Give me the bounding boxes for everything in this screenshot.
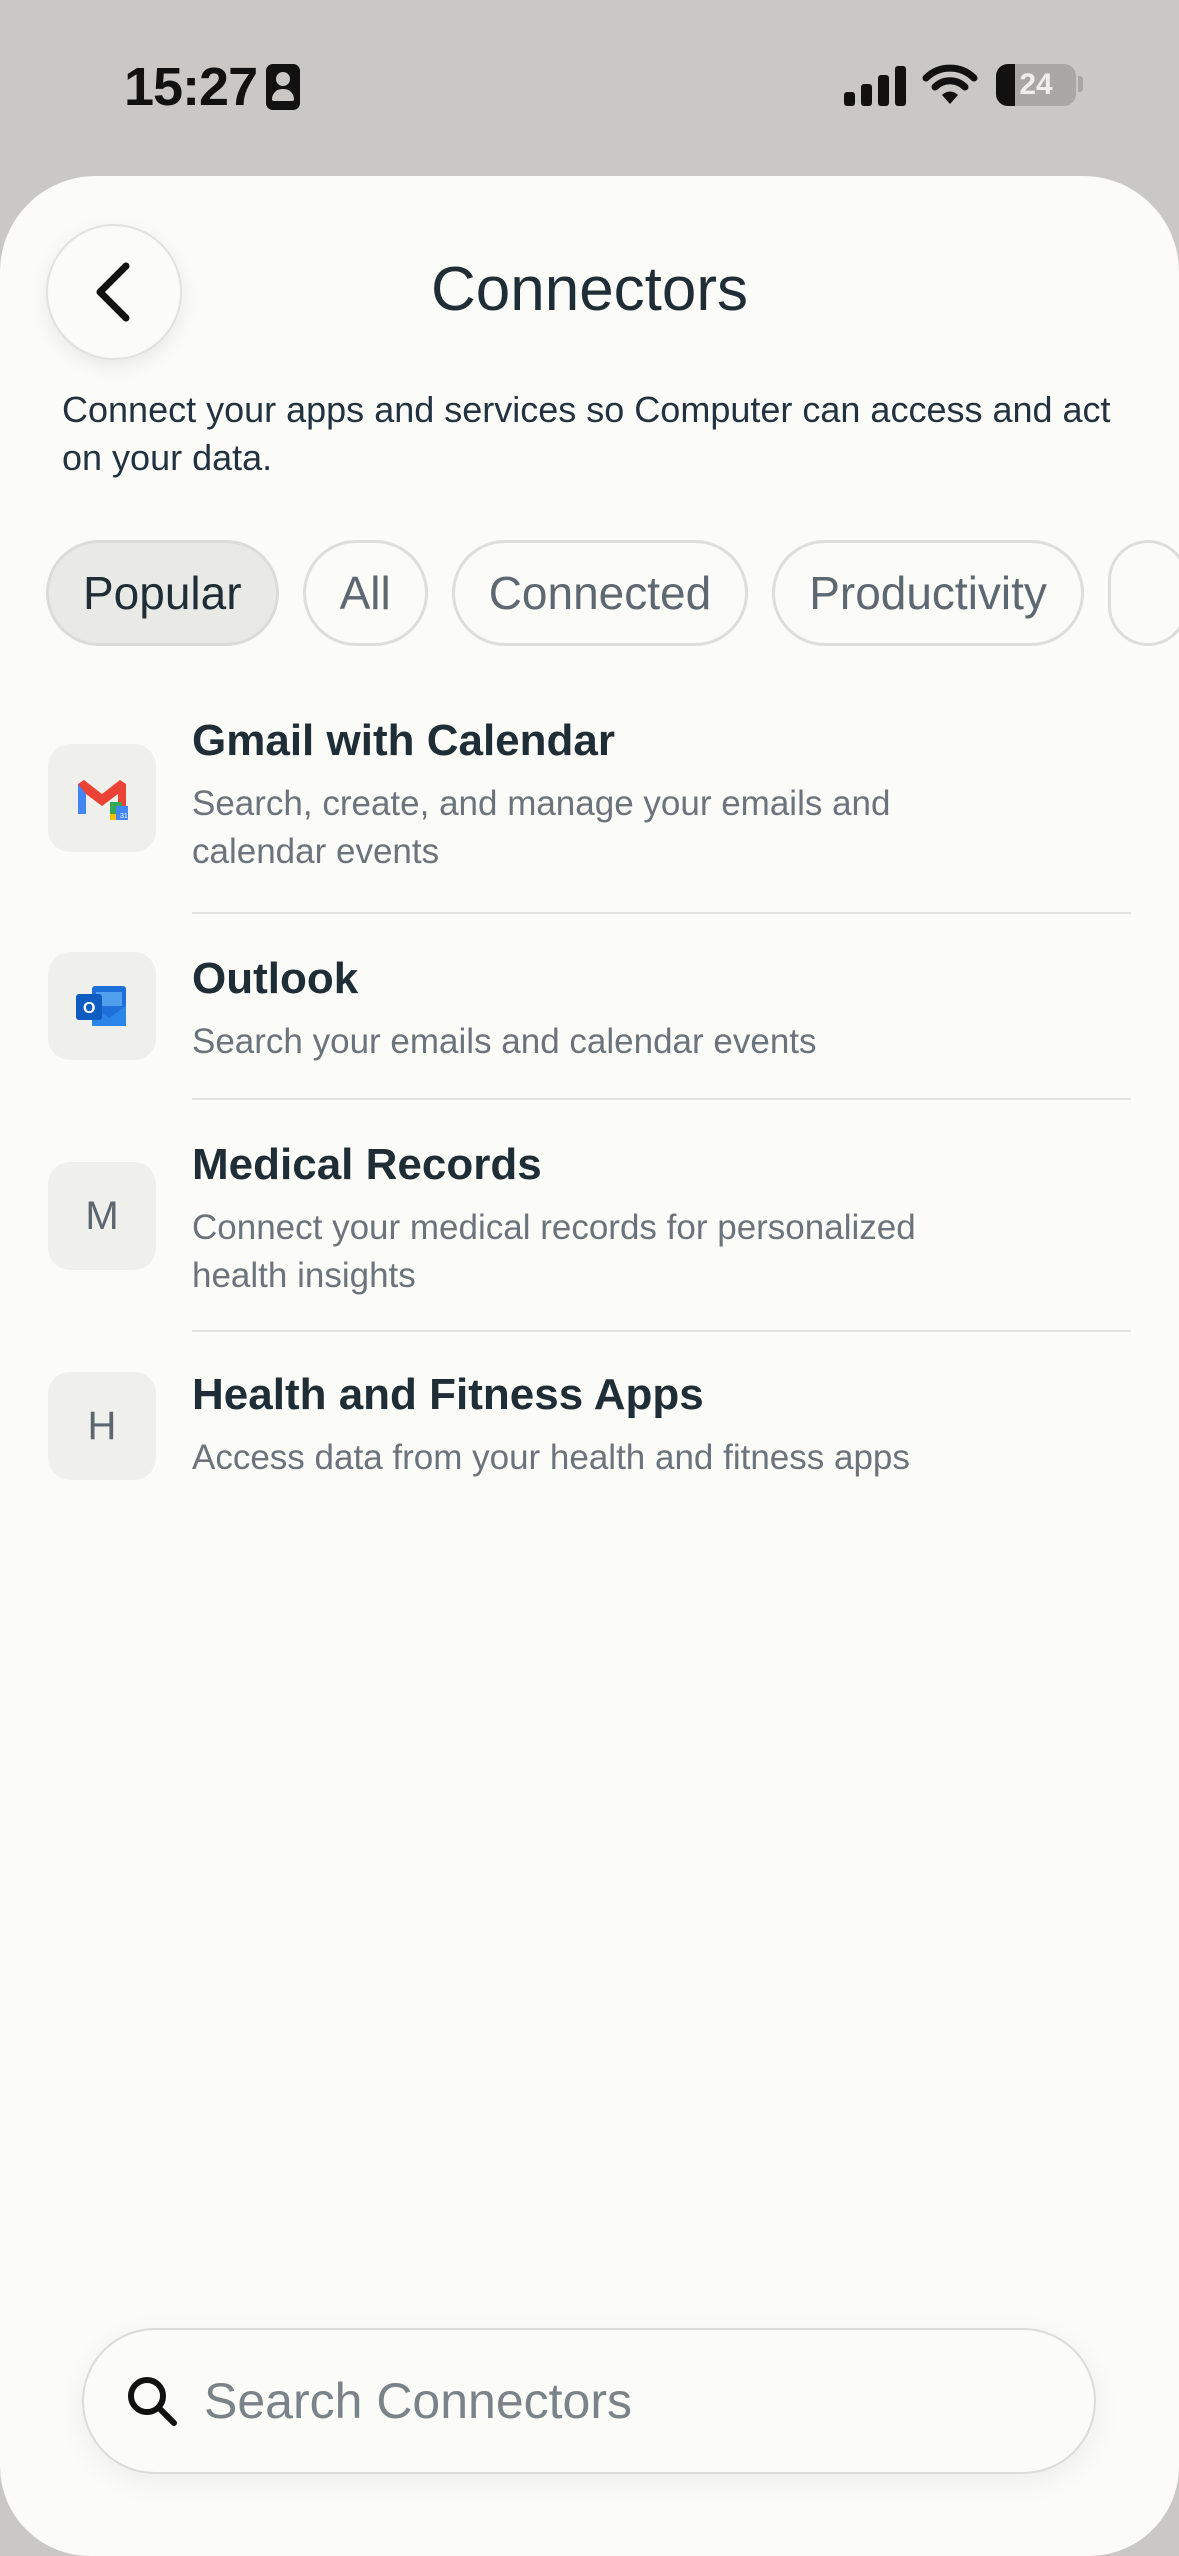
connector-item-medical-records[interactable]: M Medical Records Connect your medical r…: [0, 1118, 1179, 1330]
search-input[interactable]: [204, 2372, 1024, 2430]
battery-icon: 24: [996, 64, 1076, 106]
page-subtitle: Connect your apps and services so Comput…: [62, 389, 1111, 478]
connector-title: Health and Fitness Apps: [192, 1370, 704, 1419]
wifi-icon: [922, 64, 978, 104]
connector-item-health-fitness[interactable]: H Health and Fitness Apps Access data fr…: [0, 1350, 1179, 1516]
connector-title: Outlook: [192, 954, 359, 1003]
filter-chip-all[interactable]: All: [302, 540, 428, 646]
filter-chip-productivity[interactable]: Productivity: [772, 540, 1084, 646]
connector-item-gmail[interactable]: 31 Gmail with Calendar Search, create, a…: [0, 700, 1179, 914]
battery-tip: [1078, 76, 1083, 92]
medical-records-letter-icon: M: [48, 1162, 156, 1270]
battery-level: 24: [1019, 68, 1053, 101]
outlook-icon: O: [48, 952, 156, 1060]
svg-text:31: 31: [120, 813, 128, 820]
connector-description: Access data from your health and fitness…: [192, 1438, 910, 1477]
connector-item-outlook[interactable]: O Outlook Search your emails and calenda…: [0, 932, 1179, 1098]
search-bar[interactable]: [82, 2328, 1096, 2474]
contact-card-icon: [266, 64, 300, 110]
connector-title: Gmail with Calendar: [192, 716, 615, 765]
filter-chip-popular[interactable]: Popular: [46, 540, 279, 646]
connector-description: Connect your medical records for persona…: [192, 1208, 916, 1295]
page-title: Connectors: [430, 255, 749, 324]
status-time: 15:27: [124, 57, 258, 117]
connector-title: Medical Records: [192, 1140, 542, 1189]
gmail-calendar-icon: 31: [48, 744, 156, 852]
health-fitness-letter-icon: H: [48, 1372, 156, 1480]
connector-description: Search your emails and calendar events: [192, 1022, 817, 1061]
filter-chip-connected[interactable]: Connected: [451, 540, 749, 646]
status-bar: 15:27 24: [0, 0, 1179, 176]
connector-description: Search, create, and manage your emails a…: [192, 784, 891, 871]
cellular-signal-icon: [844, 66, 908, 106]
svg-text:O: O: [83, 1000, 95, 1017]
filter-chip-more[interactable]: [1107, 540, 1179, 646]
search-icon: [128, 2377, 177, 2426]
filter-chips: Popular All Connected Productivity: [46, 540, 1179, 646]
